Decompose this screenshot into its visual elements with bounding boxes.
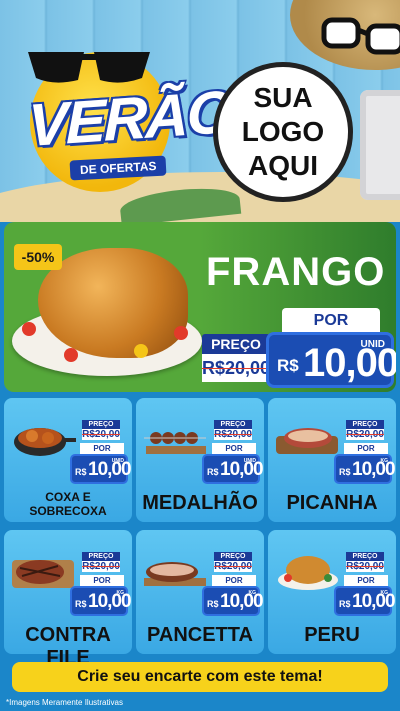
- old-price: R$20,00: [346, 561, 384, 572]
- new-price: 10,00: [220, 459, 264, 480]
- new-price: 10,00: [352, 591, 396, 612]
- product-card: PREÇO R$20,00 POR R$ 10,00 UNID COXA E SOBRECO…: [4, 398, 132, 522]
- old-price-box: PREÇO R$20,00: [214, 420, 252, 440]
- product-card: PREÇO R$20,00 POR R$ 10,00 KG PICANHA: [268, 398, 396, 522]
- product-name: PERU: [304, 624, 360, 646]
- old-price: R$20,00: [202, 354, 270, 382]
- por-label: POR: [80, 443, 124, 454]
- tomato-decoration: [64, 348, 78, 362]
- currency-label: R$: [207, 599, 219, 609]
- unit-label: UNID: [111, 458, 124, 464]
- product-card: PREÇO R$20,00 POR R$ 10,00 UNID MEDALHÃO: [136, 398, 264, 522]
- tomato-decoration: [174, 326, 188, 340]
- featured-product: -50% FRANGO PREÇO R$20,00 POR R$ 10,00 U…: [4, 222, 396, 392]
- por-label: POR: [80, 575, 124, 586]
- tomato-decoration: [22, 322, 36, 336]
- cta-banner[interactable]: Crie seu encarte com este tema!: [12, 662, 388, 692]
- towel-decoration: [360, 90, 400, 200]
- unit-label: KG: [248, 590, 257, 596]
- old-price-box: PREÇO R$20,00: [346, 552, 384, 572]
- currency-label: R$: [75, 599, 87, 609]
- new-price: 10,00: [220, 591, 264, 612]
- logo-text-line3: AQUI: [248, 150, 318, 181]
- old-price: R$20,00: [346, 429, 384, 440]
- disclaimer-text: *Imagens Meramente Ilustrativas: [6, 698, 123, 707]
- currency-label: R$: [75, 467, 87, 477]
- header-banner: VERÃO DE OFERTAS SUA LOGO AQUI: [0, 0, 400, 222]
- pancetta-image: [142, 548, 208, 592]
- new-price-box: R$ 10,00 KG: [70, 586, 132, 616]
- new-price: 10,00: [352, 459, 396, 480]
- old-price: R$20,00: [82, 561, 120, 572]
- skewer-image: [142, 416, 208, 460]
- unit-label: UNID: [360, 339, 385, 350]
- product-card: PREÇO R$20,00 POR R$ 10,00 KG PERU: [268, 530, 396, 654]
- old-price-box: PREÇO R$20,00: [346, 420, 384, 440]
- old-price: R$20,00: [82, 429, 120, 440]
- new-price-box: R$ 10,00 UNID: [70, 454, 132, 484]
- old-price-box: PREÇO R$20,00: [82, 420, 120, 440]
- new-price-box: R$ 10,00 KG: [334, 586, 396, 616]
- currency-label: R$: [277, 356, 299, 375]
- new-price-box: R$ 10,00 UNID: [266, 332, 396, 388]
- product-card: PREÇO R$20,00 POR R$ 10,00 KG PANCETTA: [136, 530, 264, 654]
- old-price: R$20,00: [214, 561, 252, 572]
- pepper-decoration: [134, 344, 148, 358]
- unit-label: KG: [380, 458, 389, 464]
- preco-label: PREÇO: [346, 552, 384, 561]
- currency-label: R$: [339, 467, 351, 477]
- logo-text-line1: SUA: [253, 82, 313, 113]
- preco-label: PREÇO: [82, 552, 120, 561]
- unit-label: KG: [380, 590, 389, 596]
- currency-label: R$: [207, 467, 219, 477]
- new-price: 10,00: [88, 459, 132, 480]
- por-label: POR: [344, 575, 388, 586]
- preco-label: PREÇO: [82, 420, 120, 429]
- unit-label: KG: [116, 590, 125, 596]
- preco-label: PREÇO: [202, 334, 270, 354]
- product-name: PANCETTA: [147, 624, 253, 646]
- new-price-box: R$ 10,00 KG: [202, 586, 264, 616]
- old-price-box: PREÇO R$20,00: [202, 334, 270, 384]
- product-name: COXA E SOBRECOXA: [29, 490, 107, 518]
- product-card: PREÇO R$20,00 POR R$ 10,00 KG CONTRA FILE: [4, 530, 132, 669]
- sunglasses-icon: [28, 52, 150, 83]
- por-label: POR: [212, 575, 256, 586]
- new-price-box: R$ 10,00 UNID: [202, 454, 264, 484]
- steak-image: [10, 548, 76, 592]
- preco-label: PREÇO: [346, 420, 384, 429]
- preco-label: PREÇO: [214, 420, 252, 429]
- turkey-image: [274, 548, 340, 592]
- product-name: MEDALHÃO: [142, 492, 258, 514]
- discount-badge: -50%: [14, 244, 62, 270]
- por-label: POR: [344, 443, 388, 454]
- campaign-title: VERÃO: [28, 77, 232, 160]
- logo-placeholder: SUA LOGO AQUI: [213, 62, 353, 202]
- new-price: 10,00: [88, 591, 132, 612]
- por-label: POR: [212, 443, 256, 454]
- old-price-box: PREÇO R$20,00: [214, 552, 252, 572]
- old-price: R$20,00: [214, 429, 252, 440]
- new-price-box: R$ 10,00 KG: [334, 454, 396, 484]
- currency-label: R$: [339, 599, 351, 609]
- product-name: PICANHA: [286, 492, 378, 514]
- por-label: POR: [282, 308, 380, 334]
- picanha-image: [274, 416, 340, 460]
- preco-label: PREÇO: [214, 552, 252, 561]
- sunglasses-icon: [321, 17, 400, 55]
- drumstick-image: [10, 416, 76, 460]
- featured-name: FRANGO: [206, 250, 386, 294]
- old-price-box: PREÇO R$20,00: [82, 552, 120, 572]
- logo-text-line2: LOGO: [241, 116, 325, 147]
- unit-label: UNID: [243, 458, 256, 464]
